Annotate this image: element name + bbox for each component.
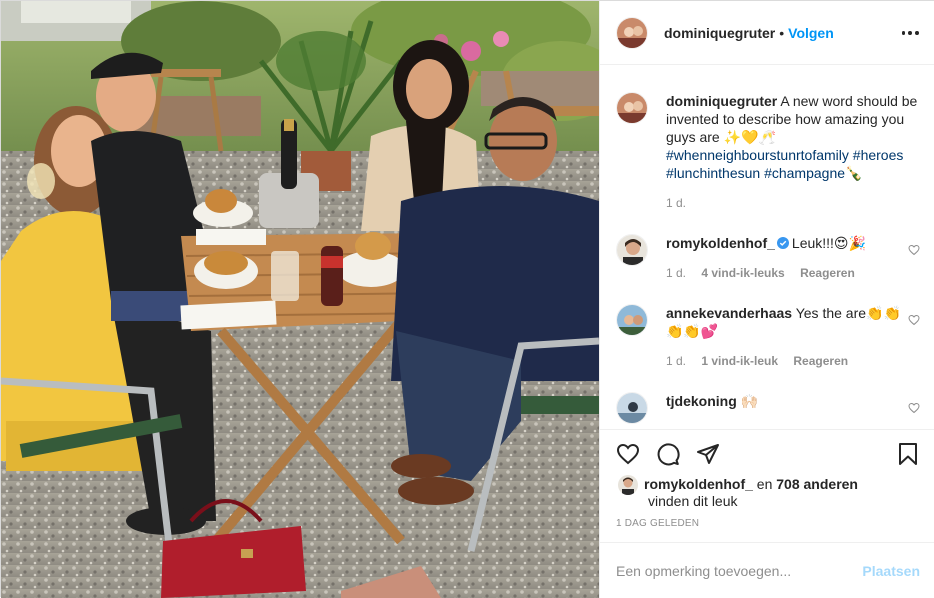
comment-body: romykoldenhof_ Leuk!!!😍🎉: [666, 234, 918, 252]
likes-line: romykoldenhof_ en 708 anderen: [644, 475, 858, 493]
post-photo-illustration: [1, 1, 599, 598]
post-comment-button[interactable]: Plaatsen: [862, 563, 920, 579]
comment-age[interactable]: 1 d.: [666, 266, 686, 280]
comment-username[interactable]: annekevanderhaas: [666, 305, 792, 321]
comment-bubble-icon[interactable]: [656, 442, 680, 466]
comment-like-heart-icon[interactable]: [908, 314, 920, 326]
caption-trailing-emoji: 🍾: [845, 165, 863, 181]
liker-avatar-image: [618, 475, 638, 495]
action-bar: [600, 429, 934, 466]
like-heart-icon[interactable]: [616, 442, 640, 466]
follow-button[interactable]: Volgen: [788, 25, 834, 41]
likes-others[interactable]: 708 anderen: [776, 476, 858, 492]
instagram-post: dominiquegruter • Volgen dominiquegruter…: [0, 0, 934, 598]
author-username[interactable]: dominiquegruter: [664, 25, 775, 41]
comments-list[interactable]: dominiquegruter A new word should be inv…: [600, 66, 934, 428]
liker-avatar[interactable]: [618, 475, 638, 495]
reply-button[interactable]: Reageren: [793, 354, 848, 368]
caption-username[interactable]: dominiquegruter: [666, 93, 777, 109]
comment-likes-count[interactable]: 1 vind-ik-leuk: [701, 354, 778, 368]
likes-connector: en: [756, 476, 773, 492]
comment-text: 🙌🏻: [740, 393, 759, 409]
hashtag-link[interactable]: #whenneighbourstunrtofamily: [666, 147, 849, 163]
post-side-panel: dominiquegruter • Volgen dominiquegruter…: [599, 1, 934, 598]
comment-body: tjdekoning 🙌🏻: [666, 392, 918, 410]
comment-body: annekevanderhaas Yes the are👏👏👏👏💕: [666, 304, 918, 340]
comment-text: Leuk!!!😍🎉: [791, 235, 866, 251]
comment-avatar-image: [617, 393, 647, 423]
comment-like-heart-icon[interactable]: [908, 402, 920, 414]
author-avatar[interactable]: [616, 16, 648, 49]
liker-username[interactable]: romykoldenhof_: [644, 476, 753, 492]
caption-meta: 1 d.: [666, 196, 698, 210]
comment-meta: 1 d. 1 vind-ik-leuk Reageren: [666, 354, 860, 368]
comment-username[interactable]: tjdekoning: [666, 393, 737, 409]
caption-body: dominiquegruter A new word should be inv…: [666, 92, 918, 182]
hashtag-link[interactable]: #heroes: [853, 147, 904, 163]
post-photo[interactable]: [1, 1, 599, 598]
comment-input[interactable]: [616, 562, 863, 579]
hashtag-link[interactable]: #champagne: [764, 165, 845, 181]
comment-avatar[interactable]: [616, 234, 648, 266]
likes-suffix: vinden dit leuk: [648, 493, 738, 509]
save-bookmark-icon[interactable]: [896, 442, 920, 466]
caption-avatar[interactable]: [616, 92, 648, 124]
post-timestamp[interactable]: 1 DAG GELEDEN: [616, 518, 699, 529]
comment-likes-count[interactable]: 4 vind-ik-leuks: [701, 266, 784, 280]
comment-avatar[interactable]: [616, 392, 648, 424]
post-header: dominiquegruter • Volgen: [600, 1, 934, 65]
header-separator: •: [779, 24, 785, 41]
add-comment-bar: Plaatsen: [600, 542, 934, 598]
caption-age[interactable]: 1 d.: [666, 196, 686, 210]
comment-age[interactable]: 1 d.: [666, 354, 686, 368]
comment-avatar[interactable]: [616, 304, 648, 336]
more-options-icon[interactable]: [900, 23, 920, 43]
comment-meta: 1 d. 4 vind-ik-leuks Reageren: [666, 266, 867, 280]
share-paper-plane-icon[interactable]: [696, 442, 720, 466]
verified-badge-icon: [776, 237, 789, 249]
comment-username[interactable]: romykoldenhof_: [666, 235, 775, 251]
hashtag-link[interactable]: #lunchinthesun: [666, 165, 760, 181]
comment-avatar-image: [617, 305, 647, 335]
author-avatar-image: [617, 17, 647, 48]
caption-avatar-image: [617, 93, 647, 123]
reply-button[interactable]: Reageren: [800, 266, 855, 280]
comment-like-heart-icon[interactable]: [908, 244, 920, 256]
comment-avatar-image: [617, 235, 647, 265]
